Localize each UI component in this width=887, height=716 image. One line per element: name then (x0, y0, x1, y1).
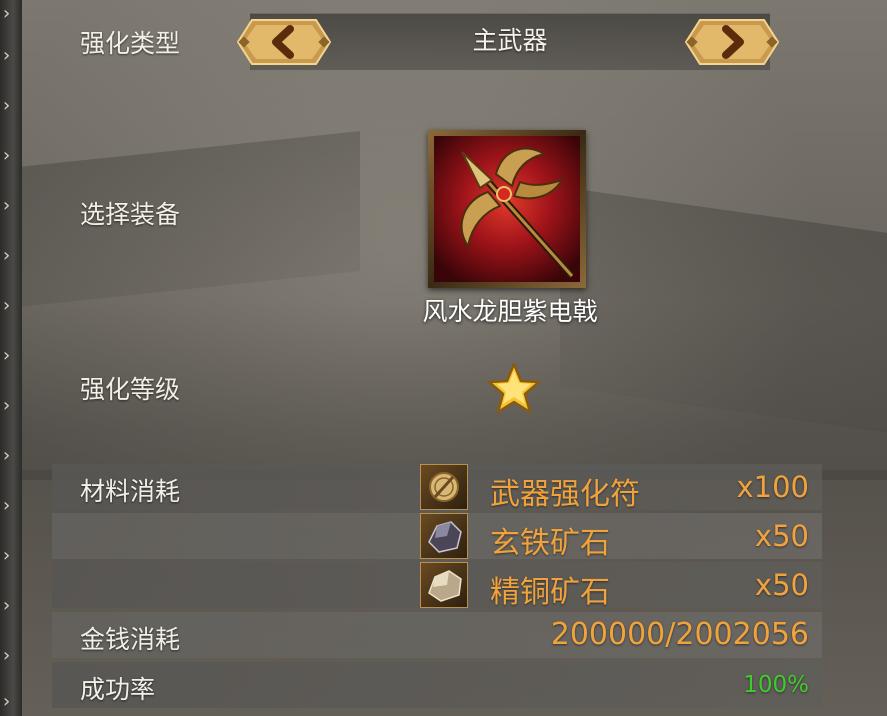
money-cost-value: 200000/2002056 (550, 617, 809, 652)
prev-type-button[interactable] (232, 12, 336, 72)
dark-iron-ore-icon[interactable] (420, 513, 468, 559)
background-scene (0, 0, 887, 716)
chain-link-icon: › (3, 645, 11, 666)
material-qty-2: x50 (754, 519, 809, 553)
chain-link-icon: › (3, 345, 11, 366)
chain-link-icon: › (3, 445, 11, 466)
equipment-name: 风水龙胆紫电戟 (422, 297, 598, 326)
chain-link-icon: › (3, 145, 11, 166)
chevron-left-icon (236, 19, 332, 65)
equipment-slot-background (434, 136, 580, 282)
chain-link-icon: › (3, 495, 11, 516)
material-name-2: 玄铁矿石 (490, 526, 610, 561)
chain-link-icon: › (3, 95, 11, 116)
chevron-right-icon (684, 19, 780, 65)
chain-link-icon: › (3, 195, 11, 216)
copper-ore-icon[interactable] (420, 562, 468, 608)
select-equipment-label: 选择装备 (80, 200, 181, 229)
materials-label: 材料消耗 (80, 477, 181, 506)
chain-link-icon: › (3, 245, 11, 266)
success-rate-row (52, 662, 822, 708)
success-rate-label: 成功率 (80, 675, 156, 704)
material-qty-3: x50 (754, 568, 809, 602)
chain-link-icon: › (3, 545, 11, 566)
next-type-button[interactable] (680, 12, 784, 72)
equipment-slot[interactable] (428, 130, 586, 288)
chain-link-icon: › (3, 595, 11, 616)
chain-link-icon: › (3, 691, 11, 712)
chain-link-icon: › (3, 395, 11, 416)
enhance-type-label: 强化类型 (80, 29, 181, 58)
chain-link-icon: › (3, 3, 11, 24)
chain-link-icon: › (3, 295, 11, 316)
talisman-icon[interactable] (420, 464, 468, 510)
enhance-level-label: 强化等级 (80, 375, 181, 404)
success-rate-value: 100% (743, 672, 809, 698)
gold-star-icon (487, 362, 541, 414)
material-name-3: 精铜矿石 (490, 575, 610, 610)
money-cost-label: 金钱消耗 (80, 625, 181, 654)
material-name-1: 武器强化符 (490, 477, 640, 512)
material-qty-1: x100 (736, 470, 809, 504)
left-chain-border: › › › › › › › › › › › › › › › (0, 0, 22, 716)
chain-link-icon: › (3, 45, 11, 66)
halberd-icon (460, 147, 575, 279)
